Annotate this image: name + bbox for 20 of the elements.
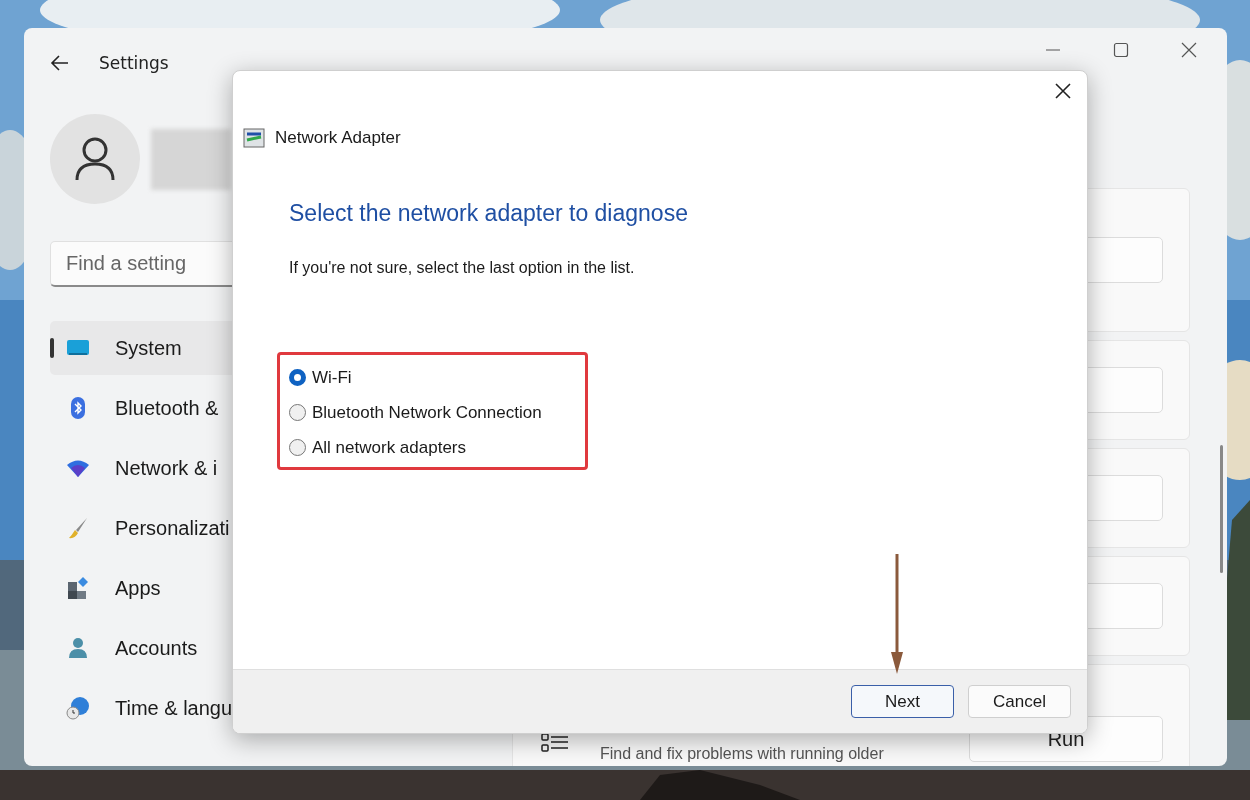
dialog-title: Network Adapter — [275, 128, 401, 148]
dialog-heading: Select the network adapter to diagnose — [289, 200, 689, 227]
scrollbar[interactable] — [1220, 445, 1223, 573]
network-adapter-icon — [243, 128, 265, 148]
person-icon — [75, 137, 115, 181]
card-description: Find and fix problems with running older — [600, 745, 884, 763]
person-icon — [66, 636, 90, 660]
arrow-icon — [890, 554, 904, 674]
radio-option[interactable]: Bluetooth Network Connection — [289, 402, 542, 423]
window-title: Settings — [99, 53, 169, 73]
radio-option[interactable]: All network adapters — [289, 437, 467, 458]
globe-clock-icon — [66, 696, 90, 720]
list-icon — [541, 732, 569, 754]
close-icon[interactable] — [1181, 42, 1197, 58]
dialog-button[interactable]: Cancel — [968, 685, 1071, 718]
apps-icon — [66, 576, 90, 600]
dialog-button[interactable]: Next — [851, 685, 954, 718]
back-icon[interactable] — [50, 53, 70, 73]
close-icon[interactable] — [1055, 83, 1071, 99]
maximize-icon[interactable] — [1113, 42, 1129, 58]
